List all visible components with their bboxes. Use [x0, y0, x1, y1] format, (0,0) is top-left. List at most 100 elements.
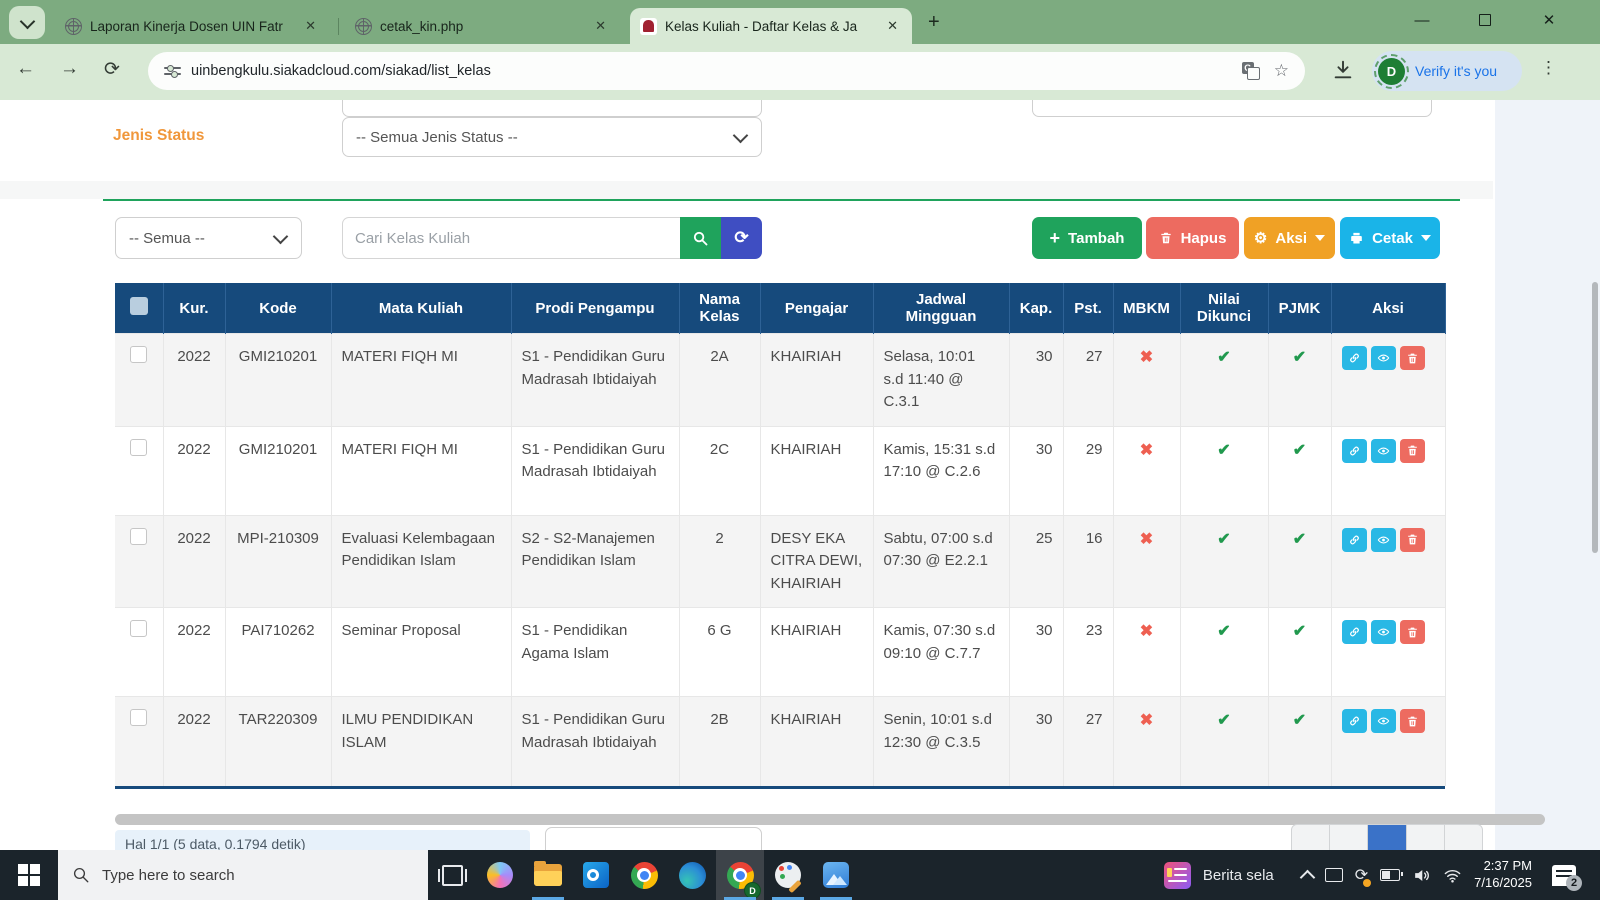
sync-icon[interactable]: ⟳ — [1355, 865, 1368, 885]
clipped-filter-select-left[interactable] — [342, 100, 762, 117]
row-delete-button[interactable] — [1400, 346, 1425, 370]
cell-kap: 25 — [1009, 515, 1063, 608]
row-checkbox[interactable] — [130, 709, 147, 726]
clock-date: 7/16/2025 — [1474, 875, 1532, 890]
tab-laporan-kinerja[interactable]: Laporan Kinerja Dosen UIN Fatr ✕ — [55, 8, 330, 44]
photos-button[interactable] — [812, 850, 860, 900]
row-view-button[interactable] — [1371, 528, 1396, 552]
table-row: 2022GMI210201MATERI FIQH MIS1 - Pendidik… — [115, 334, 1445, 427]
refresh-button[interactable]: ⟳ — [721, 217, 762, 259]
rows-per-page-select[interactable] — [545, 827, 762, 850]
tab-kelas-kuliah-active[interactable]: Kelas Kuliah - Daftar Kelas & Ja ✕ — [630, 8, 912, 44]
site-settings-icon[interactable] — [164, 63, 181, 80]
notification-center-button[interactable]: 2 — [1552, 865, 1576, 886]
pagination-page-1-active[interactable] — [1368, 825, 1406, 850]
pagination-next-button[interactable] — [1407, 825, 1445, 850]
cell-pengajar: KHAIRIAH — [760, 697, 873, 786]
caret-down-icon — [1315, 235, 1325, 241]
row-link-button[interactable] — [1342, 528, 1367, 552]
edge-button[interactable] — [668, 850, 716, 900]
cast-screen-icon[interactable] — [1325, 868, 1343, 882]
globe-icon — [355, 18, 372, 35]
row-link-button[interactable] — [1342, 620, 1367, 644]
clipped-filter-select-right[interactable] — [1032, 100, 1432, 117]
aksi-label: Aksi — [1275, 230, 1307, 247]
row-delete-button[interactable] — [1400, 709, 1425, 733]
taskbar-right: Berita sela ⟳ 2:37 PM 7/16/2025 2 — [1164, 850, 1600, 900]
news-widget-icon[interactable] — [1164, 862, 1191, 889]
page-info-box: Hal 1/1 (5 data, 0.1794 detik) — [115, 830, 530, 850]
chrome-button[interactable] — [620, 850, 668, 900]
kebab-menu-icon[interactable]: ⋮ — [1540, 58, 1557, 78]
tab-close-icon[interactable]: ✕ — [591, 16, 610, 36]
check-icon: ✔ — [1217, 712, 1230, 729]
jenis-status-select[interactable]: -- Semua Jenis Status -- — [342, 117, 762, 157]
row-delete-button[interactable] — [1400, 439, 1425, 463]
start-button[interactable] — [0, 850, 58, 900]
pagination-prev-button[interactable] — [1330, 825, 1368, 850]
chrome-profile-button[interactable]: D — [716, 850, 764, 900]
tray-chevron-icon[interactable] — [1302, 868, 1313, 883]
new-tab-button[interactable]: + — [928, 11, 940, 33]
cell-pjmk: ✔ — [1268, 608, 1331, 697]
tambah-button[interactable]: +Tambah — [1032, 217, 1142, 259]
copilot-button[interactable] — [476, 850, 524, 900]
pagination-last-button[interactable] — [1445, 825, 1482, 850]
col-header-nama-kelas: Nama Kelas — [679, 283, 760, 334]
taskbar-search-placeholder: Type here to search — [102, 867, 235, 884]
aksi-dropdown-button[interactable]: ⚙Aksi — [1244, 217, 1335, 259]
search-icon — [692, 230, 709, 247]
paint-button[interactable] — [764, 850, 812, 900]
taskbar-clock[interactable]: 2:37 PM 7/16/2025 — [1474, 858, 1532, 892]
volume-icon[interactable] — [1412, 866, 1431, 885]
select-all-header[interactable] — [115, 283, 163, 334]
row-link-button[interactable] — [1342, 346, 1367, 370]
tab-cetak-kin[interactable]: cetak_kin.php ✕ — [345, 8, 620, 44]
row-checkbox[interactable] — [130, 439, 147, 456]
task-view-button[interactable] — [428, 850, 476, 900]
row-view-button[interactable] — [1371, 439, 1396, 463]
col-header-mbkm: MBKM — [1113, 283, 1180, 334]
row-view-button[interactable] — [1371, 709, 1396, 733]
select-all-checkbox[interactable] — [130, 297, 148, 315]
address-bar[interactable]: uinbengkulu.siakadcloud.com/siakad/list_… — [148, 52, 1305, 90]
tab-close-icon[interactable]: ✕ — [883, 16, 902, 36]
tab-search-button[interactable] — [9, 6, 45, 39]
hapus-button[interactable]: Hapus — [1146, 217, 1239, 259]
row-view-button[interactable] — [1371, 346, 1396, 370]
search-input[interactable] — [342, 217, 680, 259]
forward-icon[interactable]: → — [60, 58, 79, 80]
cell-checkbox — [115, 515, 163, 608]
row-link-button[interactable] — [1342, 709, 1367, 733]
back-icon[interactable]: ← — [16, 58, 35, 80]
search-button[interactable] — [680, 217, 721, 259]
per-page-filter-select[interactable]: -- Semua -- — [115, 217, 302, 259]
translate-icon[interactable]: G — [1242, 62, 1260, 80]
news-widget-label[interactable]: Berita sela — [1203, 867, 1274, 884]
tab-close-icon[interactable]: ✕ — [301, 16, 320, 36]
url-text[interactable]: uinbengkulu.siakadcloud.com/siakad/list_… — [191, 63, 1242, 79]
wifi-icon[interactable] — [1443, 866, 1462, 885]
taskbar-search[interactable]: Type here to search — [58, 850, 428, 900]
profile-chip[interactable]: D Verify it's you — [1372, 51, 1522, 91]
row-checkbox[interactable] — [130, 620, 147, 637]
window-restore-button[interactable] — [1462, 0, 1508, 40]
window-close-button[interactable]: ✕ — [1526, 0, 1572, 40]
bookmark-star-icon[interactable]: ☆ — [1274, 61, 1289, 81]
download-icon[interactable] — [1332, 59, 1354, 81]
reload-icon[interactable]: ⟳ — [104, 58, 120, 81]
row-checkbox[interactable] — [130, 528, 147, 545]
row-delete-button[interactable] — [1400, 620, 1425, 644]
row-link-button[interactable] — [1342, 439, 1367, 463]
outlook-button[interactable] — [572, 850, 620, 900]
cetak-dropdown-button[interactable]: Cetak — [1340, 217, 1440, 259]
row-view-button[interactable] — [1371, 620, 1396, 644]
file-explorer-button[interactable] — [524, 850, 572, 900]
battery-icon[interactable] — [1380, 869, 1400, 881]
window-minimize-button[interactable]: — — [1399, 0, 1445, 40]
pagination-first-button[interactable] — [1292, 825, 1330, 850]
row-delete-button[interactable] — [1400, 528, 1425, 552]
cross-icon: ✖ — [1140, 442, 1153, 459]
row-checkbox[interactable] — [130, 346, 147, 363]
vertical-scrollbar[interactable] — [1592, 282, 1598, 553]
